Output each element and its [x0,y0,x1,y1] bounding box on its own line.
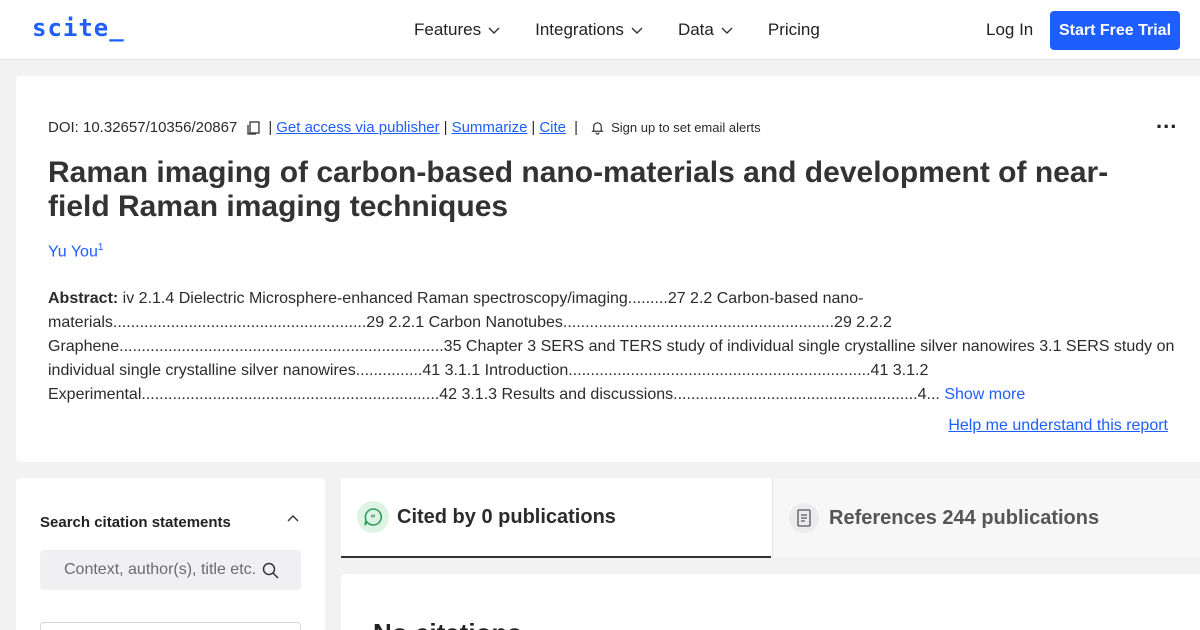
bell-icon[interactable] [590,120,605,135]
nav-data[interactable]: Data [678,20,734,40]
start-free-trial-button[interactable]: Start Free Trial [1050,11,1180,50]
nav-features-label: Features [414,20,482,39]
citation-tabs: “ Cited by 0 publications References 244… [341,478,1200,558]
separator: | [531,119,536,136]
results-panel: No citations [341,574,1200,630]
main-nav: Features Integrations Data Pricing [414,0,854,60]
doi-text: DOI: 10.32657/10356/20867 [48,119,238,136]
chevron-down-icon [631,27,643,34]
nav-data-label: Data [677,20,714,39]
citation-search-box [40,550,301,590]
login-link[interactable]: Log In [986,20,1033,40]
tab-cited-by-label: Cited by 0 publications [397,505,616,528]
separator: | [570,119,579,136]
more-options-icon[interactable]: ... [1156,108,1177,134]
chevron-up-icon[interactable] [286,512,300,526]
tab-references[interactable]: References 244 publications [772,478,1200,558]
separator: | [443,119,448,136]
chevron-down-icon [721,27,733,34]
citation-search-panel: Search citation statements [16,478,325,630]
abstract-label: Abstract: [48,290,119,307]
email-alerts-link[interactable]: Sign up to set email alerts [611,120,761,135]
search-icon[interactable] [262,562,279,579]
nav-integrations[interactable]: Integrations [535,20,644,40]
sidebar-filter-box[interactable] [40,622,301,630]
nav-integrations-label: Integrations [535,20,624,39]
paper-meta-row: DOI: 10.32657/10356/20867 | Get access v… [48,119,761,136]
separator: | [268,119,273,136]
citation-search-title: Search citation statements [40,514,231,531]
tab-references-label: References 244 publications [829,506,1100,529]
author-affiliation-marker: 1 [97,242,104,253]
svg-text:“: “ [370,514,376,524]
author-name: Yu You [48,243,98,261]
no-citations-heading: No citations [373,618,522,630]
chevron-down-icon [488,27,500,34]
show-more-link[interactable]: Show more [944,386,1025,403]
summarize-link[interactable]: Summarize [452,119,528,136]
document-icon [789,503,819,533]
get-access-link[interactable]: Get access via publisher [276,119,439,136]
nav-features[interactable]: Features [414,20,501,40]
scite-logo[interactable]: scite_ [32,14,125,42]
paper-card: DOI: 10.32657/10356/20867 | Get access v… [16,76,1200,462]
citation-search-input[interactable] [40,550,270,590]
abstract: Abstract: iv 2.1.4 Dielectric Microspher… [48,287,1178,407]
nav-pricing-label: Pricing [767,20,820,39]
top-navigation-bar: scite_ Features Integrations Data Pricin… [0,0,1200,60]
quote-bubble-icon: “ [357,501,389,533]
author-link[interactable]: Yu You1 [48,242,103,261]
nav-pricing[interactable]: Pricing [768,20,820,40]
paper-title: Raman imaging of carbon-based nano-mater… [48,156,1109,223]
help-understand-link[interactable]: Help me understand this report [948,417,1168,435]
cite-link[interactable]: Cite [539,119,566,136]
tab-cited-by[interactable]: “ Cited by 0 publications [341,478,771,558]
copy-icon[interactable] [245,120,261,136]
